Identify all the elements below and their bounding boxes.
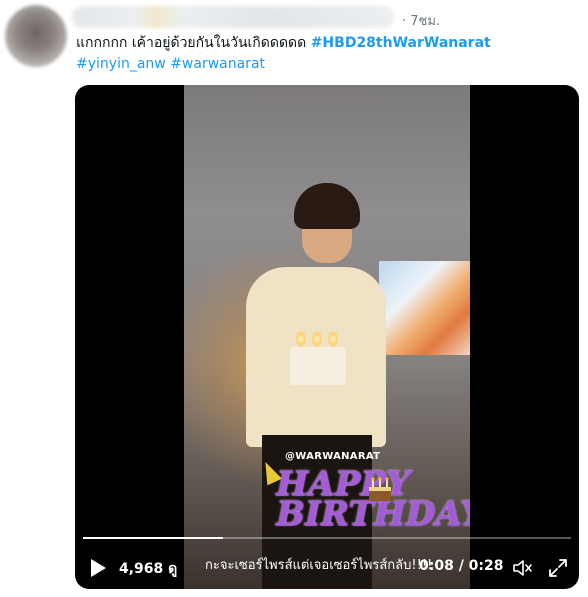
volume-icon[interactable]	[511, 557, 533, 579]
tweet-body-text: แกกกกก เค้าอยู่ด้วยกันในวันเกิดดดดด	[76, 35, 307, 51]
tweet-text-line-2: #yinyin_anw #warwanarat	[76, 54, 576, 75]
hashtag-link[interactable]: #HBD28thWarWanarat	[311, 35, 491, 51]
tweet-text-line-1: แกกกกก เค้าอยู่ด้วยกันในวันเกิดดดดด #HBD…	[76, 33, 576, 54]
person-hair	[294, 183, 360, 229]
hashtag-link[interactable]: #yinyin_anw	[76, 56, 166, 72]
avatar[interactable]	[5, 5, 67, 67]
sticker-word: BIRTHDAY	[276, 494, 470, 534]
view-count: 4,968 ดู	[119, 561, 178, 577]
play-icon[interactable]	[89, 558, 107, 578]
video-watermark: @WARWANARAT	[285, 451, 381, 462]
tv-screen	[379, 261, 470, 355]
cake-box	[290, 347, 346, 385]
video-controls: 4,968 ดู 0:08 / 0:28	[75, 533, 579, 589]
video-player[interactable]: @WARWANARAT HAPPY BIRTHDAY กะจะเซอร์ไพรส…	[75, 85, 579, 589]
author-name-blurred[interactable]	[72, 6, 394, 28]
fullscreen-icon[interactable]	[547, 557, 569, 579]
candle-flame	[328, 331, 338, 347]
time-display: 0:08 / 0:28	[419, 558, 504, 574]
cake-icon	[369, 477, 391, 501]
tweet-text: แกกกกก เค้าอยู่ด้วยกันในวันเกิดดดดด #HBD…	[76, 33, 576, 75]
tweet: · 7ชม. แกกกกก เค้าอยู่ด้วยกันในวันเกิดดด…	[0, 0, 588, 597]
timestamp[interactable]: · 7ชม.	[402, 10, 440, 31]
candle-flame	[312, 331, 322, 347]
progress-bar[interactable]	[83, 537, 571, 539]
progress-fill	[83, 537, 223, 539]
video-frame: @WARWANARAT HAPPY BIRTHDAY	[184, 85, 470, 589]
hashtag-link[interactable]: #warwanarat	[170, 56, 265, 72]
candle-flame	[296, 331, 306, 347]
